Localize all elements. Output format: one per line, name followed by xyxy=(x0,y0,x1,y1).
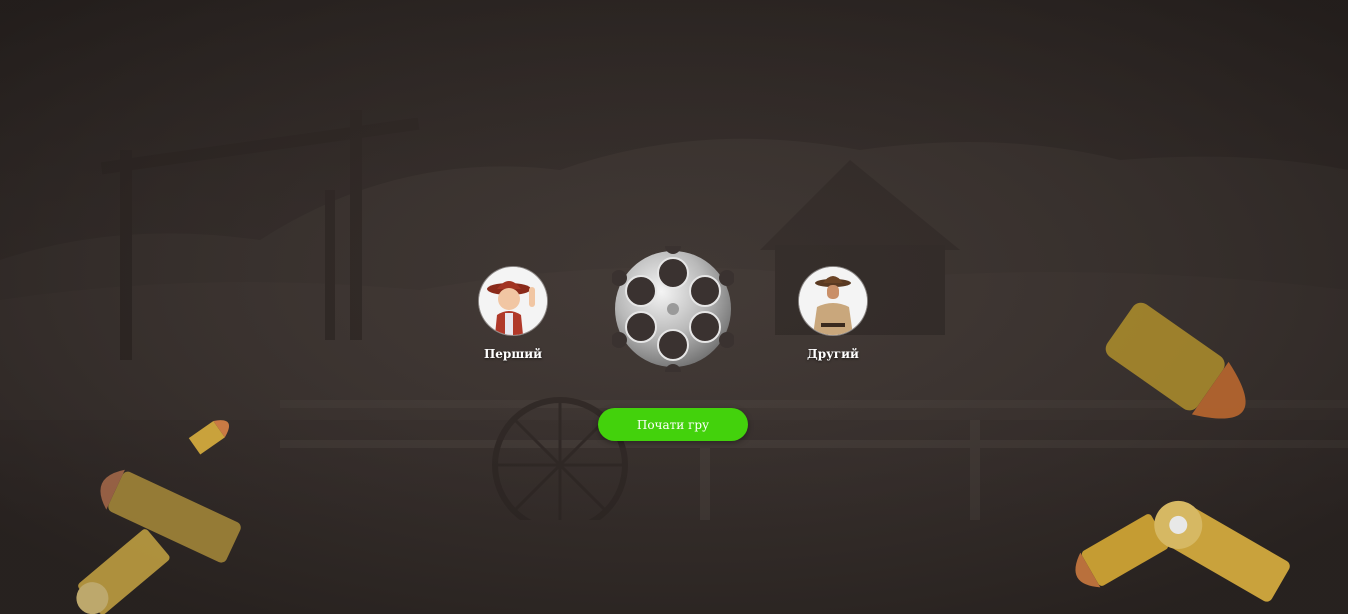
blurred-large-bullet-icon xyxy=(1105,302,1246,419)
player-first[interactable]: Перший xyxy=(453,267,573,361)
player-first-name: Перший xyxy=(483,347,543,361)
cowboy-man-avatar-icon xyxy=(799,267,867,335)
blurred-bullet-icon xyxy=(76,469,241,614)
start-game-button[interactable]: Почати гру xyxy=(598,408,748,441)
cowboy-kid-avatar-icon xyxy=(479,267,547,335)
game-scene: Перший Другий Почати гру xyxy=(0,0,1348,614)
bullets-pile-icon xyxy=(1075,500,1290,602)
player-second-name: Другий xyxy=(807,347,859,361)
player-second[interactable]: Другий xyxy=(773,267,893,361)
revolver-cylinder-icon xyxy=(612,246,734,372)
